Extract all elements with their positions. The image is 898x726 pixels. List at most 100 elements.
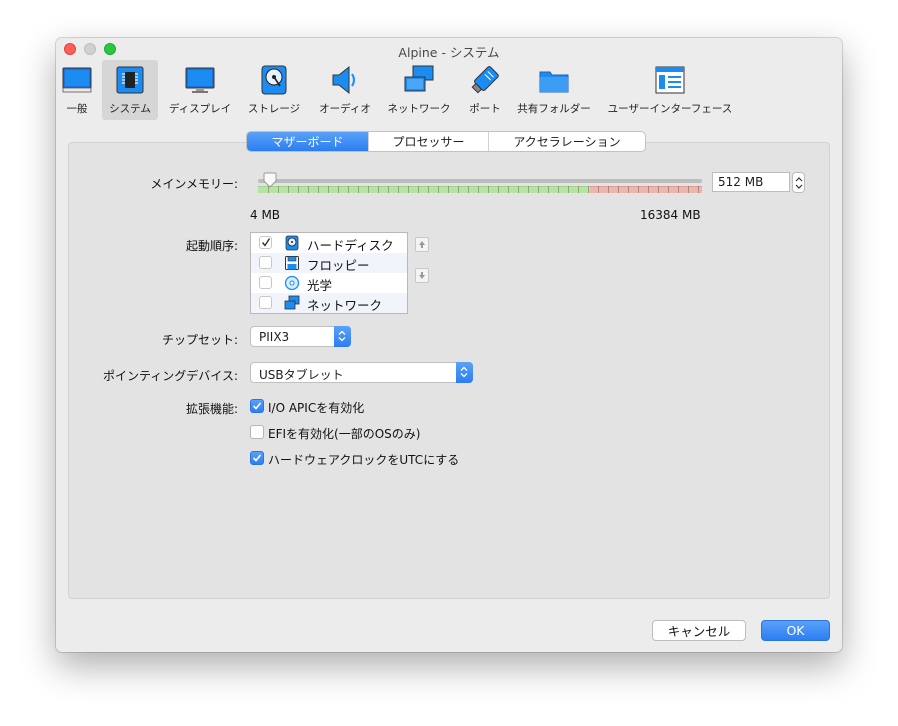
- port-plug-icon: [471, 66, 499, 94]
- memory-scale-tick: [698, 186, 699, 193]
- memory-scale-tick: [398, 186, 399, 193]
- efi-label: EFIを有効化(一部のOSのみ): [268, 427, 421, 441]
- memory-scale-tick: [608, 186, 609, 193]
- cancel-button[interactable]: キャンセル: [652, 620, 746, 641]
- toolbar-label: ネットワーク: [387, 103, 451, 115]
- tab-processor[interactable]: プロセッサー: [369, 132, 489, 151]
- toolbar-item-display[interactable]: ディスプレイ: [164, 60, 236, 120]
- memory-scale-tick: [578, 186, 579, 193]
- toolbar-label: 一般: [66, 103, 88, 115]
- toolbar-label: ストレージ: [247, 103, 301, 115]
- memory-scale-tick: [288, 186, 289, 193]
- user-interface-icon: [655, 66, 685, 94]
- chipset-label: チップセット:: [161, 333, 238, 347]
- stepper-arrows-icon: [795, 177, 803, 189]
- memory-scale-tick: [368, 186, 369, 193]
- memory-scale-tick: [638, 186, 639, 193]
- memory-scale-tick: [558, 186, 559, 193]
- toolbar-item-ports[interactable]: ポート: [460, 60, 510, 120]
- memory-scale-tick: [658, 186, 659, 193]
- storage-disk-icon: [261, 65, 287, 95]
- memory-scale-tick: [508, 186, 509, 193]
- boot-item-label: フロッピー: [307, 258, 370, 273]
- toolbar-item-shared-folders[interactable]: 共有フォルダー: [514, 60, 594, 120]
- memory-min-label: 4 MB: [250, 208, 281, 222]
- memory-scale-tick: [448, 186, 449, 193]
- memory-slider-scale: [258, 186, 702, 193]
- memory-max-label: 16384 MB: [640, 208, 701, 222]
- boot-item-optical[interactable]: 光学: [251, 273, 407, 293]
- memory-slider-knob[interactable]: [262, 172, 278, 188]
- boot-item-label: 光学: [307, 278, 333, 293]
- title-bar: Alpine - システム: [56, 38, 842, 60]
- memory-scale-tick: [438, 186, 439, 193]
- boot-item-label: ネットワーク: [307, 298, 383, 313]
- memory-scale-tick: [688, 186, 689, 193]
- settings-toolbar: 一般 システム ディスプレイ ストレージ オーディオ ネットワーク ポート 共有…: [56, 60, 842, 122]
- toolbar-item-audio[interactable]: オーディオ: [312, 60, 378, 120]
- boot-order-list: ハードディスク フロッピー 光学 ネットワーク: [250, 232, 408, 314]
- boot-item-network[interactable]: ネットワーク: [251, 293, 407, 313]
- memory-scale-tick: [358, 186, 359, 193]
- memory-value-input[interactable]: 512 MB: [712, 172, 790, 192]
- memory-scale-tick: [498, 186, 499, 193]
- memory-scale-tick: [478, 186, 479, 193]
- efi-checkbox[interactable]: [250, 425, 264, 439]
- memory-scale-tick: [328, 186, 329, 193]
- toolbar-item-network[interactable]: ネットワーク: [384, 60, 454, 120]
- memory-scale-tick: [598, 186, 599, 193]
- pointing-device-value: USBタブレット: [259, 368, 344, 382]
- memory-scale-tick: [488, 186, 489, 193]
- memory-scale-tick: [308, 186, 309, 193]
- memory-label: メインメモリー:: [150, 177, 238, 191]
- tab-acceleration[interactable]: アクセラレーション: [489, 132, 645, 151]
- boot-item-checkbox[interactable]: [259, 276, 272, 289]
- toolbar-label: システム: [109, 103, 151, 115]
- general-monitor-icon: [62, 67, 92, 93]
- boot-item-checkbox[interactable]: [259, 296, 272, 309]
- boot-item-floppy[interactable]: フロッピー: [251, 253, 407, 273]
- memory-scale-tick: [588, 186, 589, 193]
- boot-item-hard-disk[interactable]: ハードディスク: [251, 233, 407, 253]
- toolbar-item-user-interface[interactable]: ユーザーインターフェース: [602, 60, 738, 120]
- memory-slider-track[interactable]: [258, 179, 702, 183]
- chipset-value: PIIX3: [259, 330, 290, 344]
- system-tabs: マザーボード プロセッサー アクセラレーション: [246, 131, 646, 152]
- toolbar-item-system[interactable]: システム: [102, 60, 158, 120]
- memory-scale-tick: [538, 186, 539, 193]
- memory-scale-tick: [628, 186, 629, 193]
- io-apic-checkbox[interactable]: [250, 399, 264, 413]
- floppy-icon: [285, 256, 299, 270]
- memory-scale-tick: [568, 186, 569, 193]
- toolbar-item-storage[interactable]: ストレージ: [242, 60, 306, 120]
- memory-scale-tick: [348, 186, 349, 193]
- memory-scale-tick: [428, 186, 429, 193]
- hard-disk-icon: [285, 235, 299, 251]
- toolbar-label: ディスプレイ: [168, 103, 232, 115]
- extended-features-label: 拡張機能:: [185, 402, 238, 416]
- audio-speaker-icon: [332, 65, 355, 95]
- network-icon: [404, 65, 434, 92]
- boot-move-down-button[interactable]: [415, 268, 429, 283]
- io-apic-label: I/O APICを有効化: [268, 401, 365, 415]
- boot-order-label: 起動順序:: [185, 239, 238, 253]
- settings-window: Alpine - システム 一般 システム ディスプレイ ストレージ オーディオ…: [56, 38, 842, 652]
- chipset-select[interactable]: PIIX3: [250, 326, 351, 347]
- toolbar-label: オーディオ: [319, 103, 371, 115]
- pointing-device-select[interactable]: USBタブレット: [250, 362, 473, 383]
- tab-motherboard[interactable]: マザーボード: [247, 132, 369, 151]
- memory-scale-tick: [468, 186, 469, 193]
- toolbar-item-general[interactable]: 一般: [58, 60, 96, 120]
- optical-disc-icon: [284, 275, 300, 291]
- memory-scale-tick: [278, 186, 279, 193]
- memory-scale-tick: [668, 186, 669, 193]
- ok-button[interactable]: OK: [761, 620, 830, 641]
- memory-stepper[interactable]: [792, 172, 805, 193]
- boot-item-checkbox[interactable]: [259, 256, 272, 269]
- boot-move-up-button[interactable]: [415, 237, 429, 252]
- memory-scale-tick: [548, 186, 549, 193]
- memory-scale-tick: [458, 186, 459, 193]
- boot-item-checkbox[interactable]: [259, 236, 272, 249]
- utc-clock-checkbox[interactable]: [250, 451, 264, 465]
- memory-scale-tick: [648, 186, 649, 193]
